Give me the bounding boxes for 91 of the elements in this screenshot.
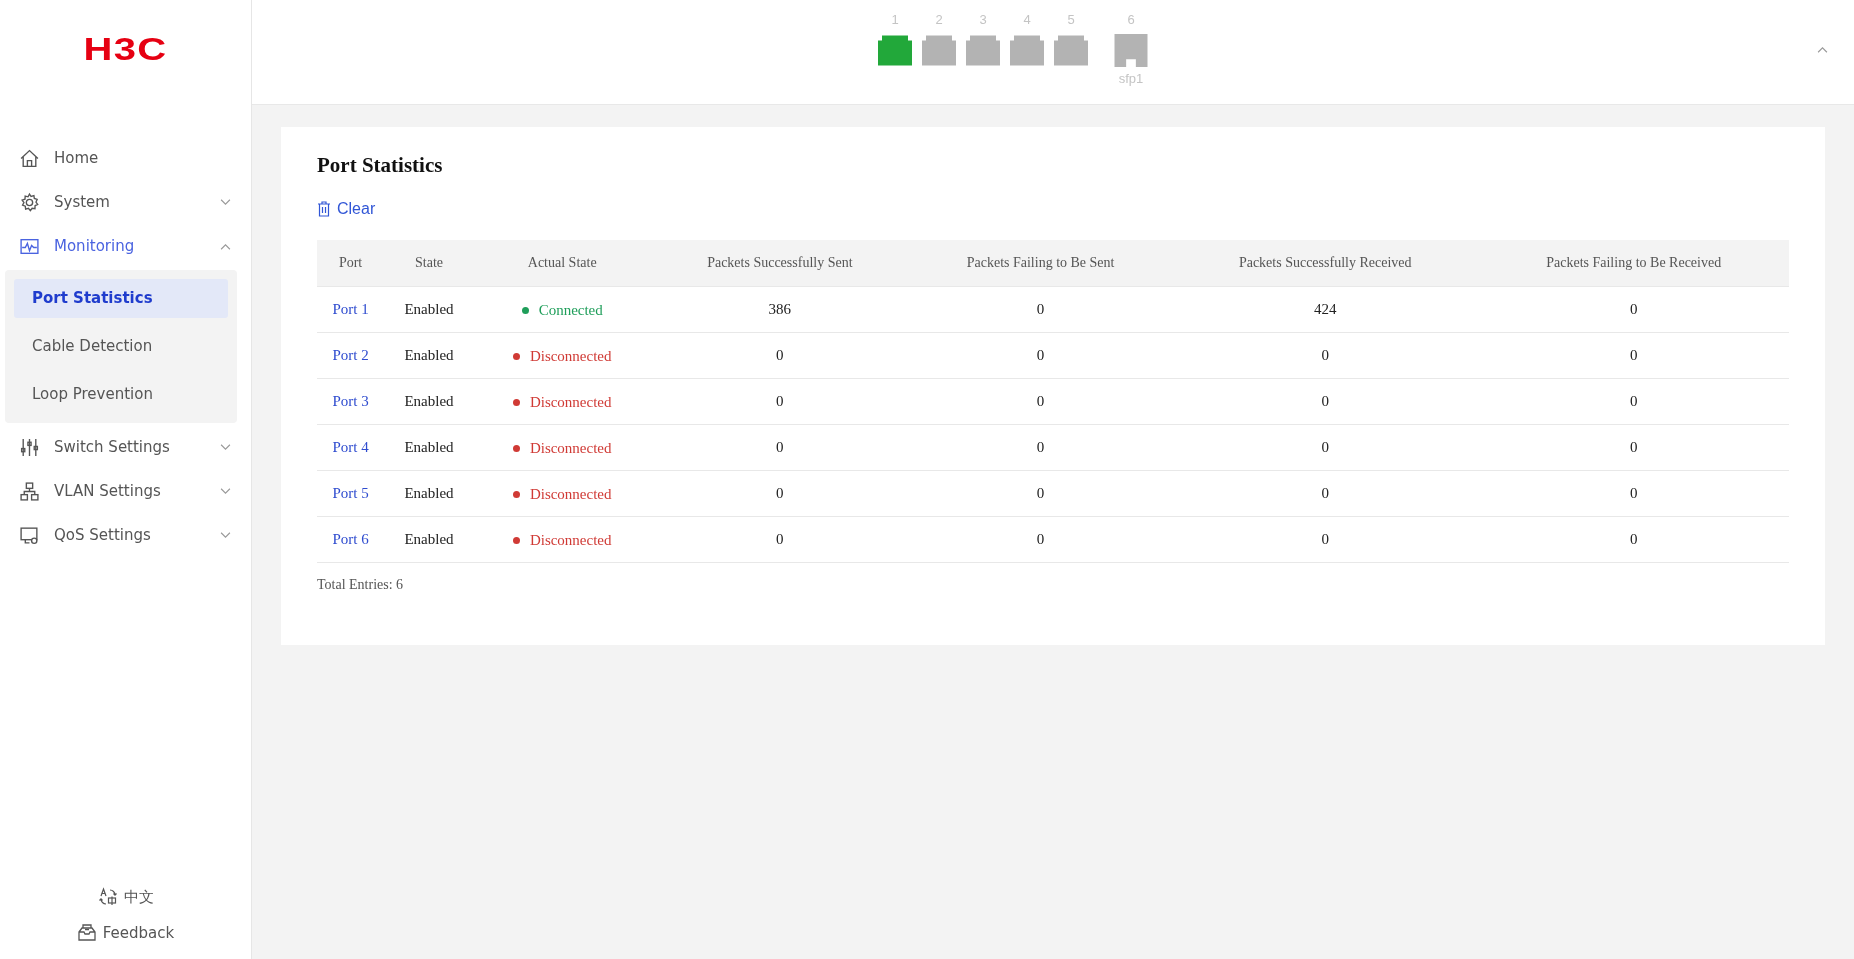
status-text: Disconnected xyxy=(512,347,612,365)
port-link[interactable]: Port 2 xyxy=(332,347,369,363)
port-number: 2 xyxy=(935,12,943,28)
menu-item[interactable]: Switch Settings xyxy=(0,425,251,469)
port-label: sfp1 xyxy=(1118,71,1144,86)
table-cell: 0 xyxy=(1629,347,1638,363)
caret-icon xyxy=(220,198,231,206)
table-cell: Enabled xyxy=(404,347,454,363)
submenu-item[interactable]: Port Statistics xyxy=(14,279,228,318)
port-link[interactable]: Port 3 xyxy=(332,393,369,409)
port-number: 1 xyxy=(891,12,899,28)
status-text: Disconnected xyxy=(512,531,612,549)
table-cell: 0 xyxy=(776,485,784,501)
table-cell: 0 xyxy=(1321,485,1329,501)
ethernet-port-icon[interactable] xyxy=(878,34,912,67)
table-cell: Enabled xyxy=(404,393,454,409)
table-cell: 0 xyxy=(1321,393,1329,409)
status-text: Disconnected xyxy=(512,393,612,411)
submenu-item[interactable]: Loop Prevention xyxy=(14,375,228,414)
table-cell: 0 xyxy=(776,393,784,409)
table-cell: 0 xyxy=(1036,347,1045,363)
status-text: Connected xyxy=(521,301,603,319)
feedback-link[interactable]: Feedback xyxy=(102,924,175,942)
status-text: Disconnected xyxy=(512,485,612,503)
port-number: 6 xyxy=(1127,12,1135,28)
ethernet-port-icon[interactable] xyxy=(1054,34,1088,67)
port-link[interactable]: Port 5 xyxy=(332,485,369,501)
table-cell: Enabled xyxy=(404,301,454,317)
table-cell: Enabled xyxy=(404,439,454,455)
port-link[interactable]: Port 4 xyxy=(332,439,369,455)
table-cell: 0 xyxy=(1629,439,1638,455)
network-icon xyxy=(19,480,40,502)
clear-button[interactable]: Clear xyxy=(317,200,376,218)
caret-icon xyxy=(220,242,231,250)
caret-icon xyxy=(220,487,231,495)
collapse-caret-icon[interactable] xyxy=(1817,46,1828,53)
column-header: Actual State xyxy=(473,240,651,287)
port-number: 5 xyxy=(1067,12,1075,28)
port-link[interactable]: Port 1 xyxy=(332,301,369,317)
screen-gear-icon xyxy=(19,524,40,546)
settings-icon xyxy=(19,191,40,213)
table-cell: 0 xyxy=(1036,301,1045,317)
table-cell: 0 xyxy=(776,439,784,455)
status-text: Disconnected xyxy=(512,439,612,457)
table-cell: 0 xyxy=(776,347,784,363)
column-header: Packets Failing to Be Sent xyxy=(909,240,1172,287)
table-cell: 0 xyxy=(1629,531,1638,547)
table-cell: 386 xyxy=(768,301,792,317)
table-cell: 0 xyxy=(1629,301,1638,317)
ethernet-port-icon[interactable] xyxy=(922,34,956,67)
feedback-icon xyxy=(76,923,97,943)
port-number: 3 xyxy=(979,12,987,28)
menu-item[interactable]: VLAN Settings xyxy=(0,469,251,513)
menu-item[interactable]: QoS Settings xyxy=(0,513,251,557)
table-cell: 0 xyxy=(1036,393,1045,409)
translate-icon xyxy=(97,887,118,907)
table-cell: 424 xyxy=(1313,301,1337,317)
menu-item[interactable]: System xyxy=(0,180,251,224)
table-cell: 0 xyxy=(1629,485,1638,501)
submenu-item[interactable]: Cable Detection xyxy=(14,327,228,366)
table-cell: 0 xyxy=(1036,439,1045,455)
ethernet-port-icon[interactable] xyxy=(1010,34,1044,67)
page-title: Port Statistics xyxy=(317,153,444,178)
caret-icon xyxy=(220,443,231,451)
home-icon xyxy=(19,147,40,169)
logo: H3C xyxy=(83,32,168,66)
table-cell: Enabled xyxy=(404,485,454,501)
total-entries: Total Entries: 6 xyxy=(317,577,405,593)
table-cell: 0 xyxy=(776,531,784,547)
ethernet-port-icon[interactable] xyxy=(966,34,1000,67)
trash-icon xyxy=(317,201,331,217)
column-header: Port xyxy=(317,240,385,287)
column-header: Packets Failing to Be Received xyxy=(1478,240,1789,287)
table-cell: 0 xyxy=(1321,439,1329,455)
column-header: Packets Successfully Received xyxy=(1172,240,1479,287)
menu-item[interactable]: Monitoring xyxy=(0,224,251,268)
port-link[interactable]: Port 6 xyxy=(332,531,369,547)
column-header: State xyxy=(384,240,474,287)
sfp-port-icon[interactable] xyxy=(1114,34,1148,67)
table-cell: 0 xyxy=(1036,485,1045,501)
table-cell: Enabled xyxy=(404,531,454,547)
caret-icon xyxy=(220,531,231,539)
port-number: 4 xyxy=(1023,12,1031,28)
language-link[interactable]: 中文 xyxy=(123,887,154,907)
menu-item[interactable]: Home xyxy=(0,136,251,180)
table-cell: 0 xyxy=(1629,393,1638,409)
table-cell: 0 xyxy=(1321,347,1329,363)
sliders-icon xyxy=(19,436,40,458)
table-cell: 0 xyxy=(1321,531,1329,547)
column-header: Packets Successfully Sent xyxy=(650,240,910,287)
table-cell: 0 xyxy=(1036,531,1045,547)
